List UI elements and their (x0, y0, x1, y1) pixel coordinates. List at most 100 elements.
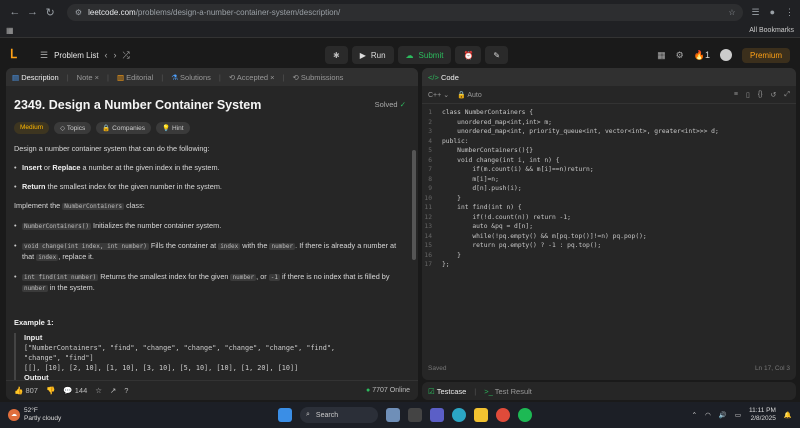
method-list: NumberContainers() Initializes the numbe… (14, 221, 410, 294)
windows-start-icon[interactable] (278, 408, 292, 422)
tab-solutions[interactable]: ⚗ Solutions (171, 73, 211, 82)
weather-widget[interactable]: ☁ 52°F Partly cloudy (8, 407, 61, 423)
leetcode-logo-icon[interactable]: ᒪ (10, 47, 24, 63)
code-line: 9 d[n].push(i); (422, 184, 796, 194)
apps-icon[interactable]: ▦ (6, 26, 14, 35)
fullscreen-icon[interactable]: ⤢ (784, 91, 790, 99)
reload-icon[interactable]: ↻ (41, 6, 59, 19)
wifi-icon[interactable]: ◠ (705, 411, 711, 419)
tab-note[interactable]: Note × (77, 73, 99, 82)
share-icon[interactable]: ↗ (110, 386, 116, 395)
url-path: /problems/design-a-number-container-syst… (135, 7, 341, 17)
line-number: 9 (428, 185, 432, 192)
menu-icon[interactable]: ⋮ (785, 7, 794, 18)
shuffle-icon[interactable]: ⤮ (123, 50, 130, 61)
star-icon[interactable]: ☆ (728, 8, 735, 17)
task-view-icon[interactable] (408, 408, 422, 422)
code-text: unordered_map<int, priority_queue<int, v… (442, 128, 719, 135)
comments-button[interactable]: 💬 144 (63, 386, 87, 395)
run-button[interactable]: ▶ Run (351, 46, 394, 64)
close-icon[interactable]: × (270, 73, 274, 82)
tab-label: Submissions (300, 72, 344, 82)
battery-icon[interactable]: ▭ (735, 411, 741, 419)
format-icon[interactable]: ≡ (734, 91, 738, 99)
inline-code: index (36, 254, 59, 261)
problem-description: Design a number container system that ca… (14, 144, 410, 383)
notes-button[interactable]: ✎ (485, 46, 509, 64)
prev-icon[interactable]: ‹ (105, 50, 108, 60)
premium-button[interactable]: Premium (741, 47, 790, 63)
next-icon[interactable]: › (114, 50, 117, 60)
code-line: 5 NumberContainers(){} (422, 146, 796, 156)
braces-icon[interactable]: {} (758, 91, 763, 99)
timer-button[interactable]: ⏰ (455, 46, 482, 64)
url-host: leetcode.com (88, 7, 136, 17)
topics-tag[interactable]: ◇ Topics (54, 122, 92, 134)
close-icon[interactable]: × (95, 73, 99, 82)
help-icon[interactable]: ? (124, 386, 128, 395)
layout-icon[interactable]: ▦ (657, 50, 666, 61)
streak-counter[interactable]: 🔥1 (694, 50, 710, 61)
profile-icon[interactable]: ● (770, 7, 775, 18)
address-bar[interactable]: ⚙ leetcode.com/problems/design-a-number-… (66, 3, 744, 21)
companies-tag[interactable]: 🔒 Companies (96, 122, 152, 134)
volume-icon[interactable]: 🔊 (719, 411, 727, 419)
editor-toolbar: C++ ⌄ 🔒 Auto ≡ ▯ {} ↺ ⤢ (422, 86, 796, 104)
tab-submissions[interactable]: ⟲ Submissions (293, 73, 344, 82)
chrome-icon[interactable] (496, 408, 510, 422)
scrollbar[interactable] (412, 150, 416, 260)
favorite-icon[interactable]: ☆ (95, 386, 102, 395)
avatar[interactable] (719, 49, 732, 61)
online-count: ● 7707 Online (366, 387, 410, 394)
code-text: return pq.empty() ? -1 : pq.top(); (442, 242, 602, 249)
back-icon[interactable]: ← (6, 6, 24, 18)
history-icon: ⟲ (228, 72, 236, 82)
history-icon: ⟲ (292, 72, 299, 82)
line-number: 12 (424, 213, 432, 221)
list-item: NumberContainers() Initializes the numbe… (14, 221, 410, 232)
search-label: Search (315, 411, 339, 419)
problem-list-link[interactable]: Problem List (54, 51, 98, 60)
inline-code: int find(int number) (22, 274, 99, 281)
tab-editorial[interactable]: ▥ Editorial (117, 73, 153, 82)
tab-description[interactable]: ▤ Description (12, 73, 59, 82)
language-select[interactable]: C++ ⌄ (428, 91, 449, 99)
spotify-icon[interactable] (518, 408, 532, 422)
chevron-up-icon[interactable]: ⌃ (692, 411, 697, 419)
clock[interactable]: 11:11 PM 2/8/2025 (749, 407, 776, 423)
line-number: 6 (428, 156, 432, 164)
reset-icon[interactable]: ↺ (771, 91, 777, 99)
tab-test-result[interactable]: >_ Test Result (484, 387, 532, 396)
code-line: 11 int find(int n) { (422, 203, 796, 213)
extensions-icon[interactable]: ☰ (751, 7, 759, 18)
tab-accepted[interactable]: ⟲ Accepted × (229, 73, 275, 82)
dislike-button[interactable]: 👎 (46, 386, 55, 395)
settings-icon[interactable]: ⚙ (676, 50, 684, 61)
hint-tag[interactable]: 💡 Hint (156, 122, 190, 134)
notification-icon[interactable]: 🔔 (784, 411, 792, 419)
autocomplete-toggle[interactable]: 🔒 Auto (457, 91, 482, 99)
code-line: 14 while(!pq.empty() && m[pq.top()]!=n) … (422, 232, 796, 242)
debug-button[interactable]: ✱ (325, 46, 348, 64)
widgets-icon[interactable] (386, 408, 400, 422)
code-tabs: </> Code (422, 68, 796, 86)
bookmark-icon[interactable]: ▯ (746, 91, 750, 99)
forward-icon[interactable]: → (24, 6, 42, 18)
teams-icon[interactable] (430, 408, 444, 422)
submit-button[interactable]: ☁ Submit (397, 46, 452, 64)
code-editor[interactable]: 1 class NumberContainers {2 unordered_map… (422, 104, 796, 270)
like-button[interactable]: 👍 807 (14, 386, 38, 395)
tab-code[interactable]: </> Code (428, 73, 459, 82)
list-item: void change(int index, int number) Fills… (14, 241, 410, 263)
tab-testcase[interactable]: ☑ Testcase (428, 387, 466, 396)
check-icon: ✓ (399, 100, 406, 109)
taskbar-search[interactable]: ⌕ Search (300, 407, 378, 423)
alarm-icon: ⏰ (463, 50, 474, 60)
edge-icon[interactable] (452, 408, 466, 422)
site-info-icon[interactable]: ⚙ (75, 8, 82, 17)
text: , replace it. (58, 252, 94, 261)
all-bookmarks[interactable]: All Bookmarks (749, 27, 794, 34)
online-label: 7707 Online (372, 387, 410, 394)
file-explorer-icon[interactable] (474, 408, 488, 422)
inline-code: number (22, 285, 48, 292)
